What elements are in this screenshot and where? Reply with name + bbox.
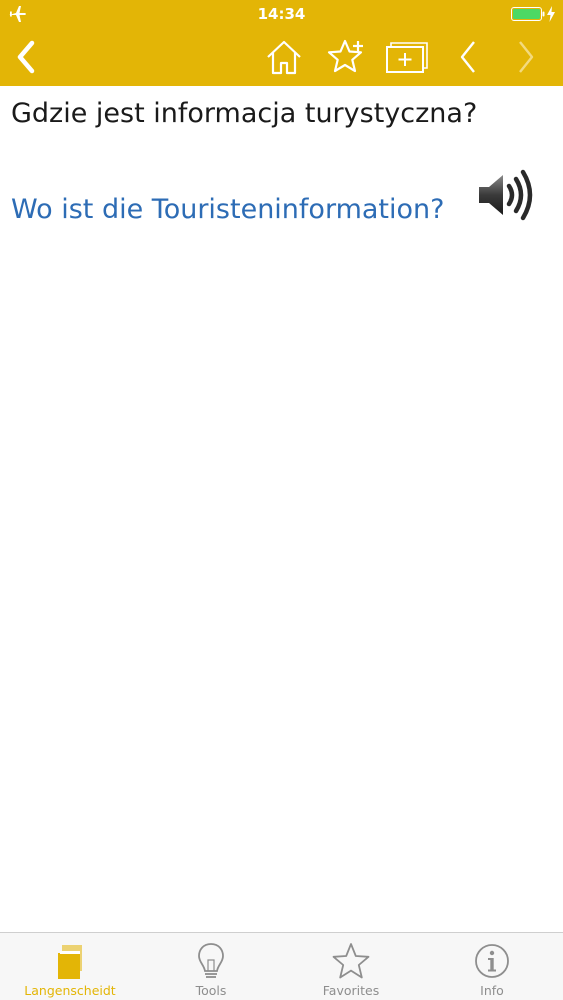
info-icon [475,944,509,978]
add-card-button[interactable] [384,34,430,80]
status-time: 14:34 [257,5,306,23]
tab-label: Langenscheidt [24,983,116,998]
star-plus-icon [327,39,363,73]
tab-bar: Langenscheidt Tools Favorites Info [0,932,563,1000]
play-audio-button[interactable] [476,168,536,222]
back-button[interactable] [6,34,46,80]
chevron-left-icon [17,40,35,74]
tab-favorites[interactable]: Favorites [281,933,421,1000]
phrase-content: Gdzie jest informacja turystyczna? Wo is… [0,86,563,932]
book-icon [58,945,82,979]
navigation-bar [0,28,563,86]
chevron-right-icon [519,41,534,73]
tab-langenscheidt[interactable]: Langenscheidt [0,933,140,1000]
status-bar: 14:34 [0,0,563,28]
star-icon [332,943,370,979]
tab-tools[interactable]: Tools [141,933,281,1000]
card-plus-icon [386,42,428,73]
home-button[interactable] [262,34,306,80]
previous-button[interactable] [450,34,486,80]
tab-info[interactable]: Info [422,933,562,1000]
chevron-left-icon [460,41,475,73]
translation-phrase: Wo ist die Touristeninformation? [11,194,445,225]
app-screen: 14:34 Gdzie jest informacja turystyczna?… [0,0,563,1000]
tab-label: Favorites [322,983,380,998]
next-button[interactable] [508,34,544,80]
top-bar: 14:34 [0,0,563,86]
source-phrase: Gdzie jest informacja turystyczna? [11,98,478,129]
add-favorite-button[interactable] [324,34,368,80]
tab-label: Info [480,983,504,998]
tab-label: Tools [195,983,227,998]
lightbulb-icon [198,943,224,978]
home-icon [267,40,301,75]
speaker-icon [479,169,533,221]
battery-icon [511,7,545,21]
charging-bolt-icon [547,6,555,22]
